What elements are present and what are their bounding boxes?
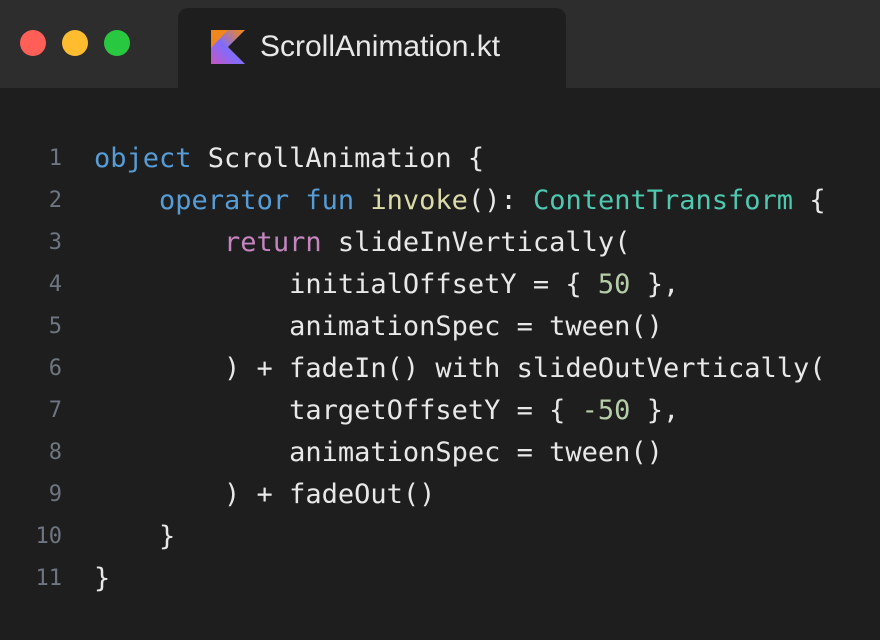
code-token: slideInVertically( <box>321 227 631 258</box>
line-number: 8 <box>48 440 62 465</box>
kotlin-icon <box>211 30 245 64</box>
line-number: 9 <box>48 482 62 507</box>
code-token: initialOffsetY = { <box>94 269 598 300</box>
line-number: 10 <box>35 524 63 549</box>
code-token: }, <box>630 395 680 426</box>
line-source: animationSpec = tween() <box>94 432 663 474</box>
line-number: 7 <box>48 398 62 423</box>
line-source: initialOffsetY = { 50 }, <box>94 264 679 306</box>
code-token: -50 <box>581 395 631 426</box>
line-number: 11 <box>35 566 63 591</box>
line-number: 1 <box>48 146 62 171</box>
code-token: 50 <box>597 269 631 300</box>
code-line[interactable]: 2 operator fun invoke(): ContentTransfor… <box>0 180 880 222</box>
code-line[interactable]: 5 animationSpec = tween() <box>0 306 880 348</box>
code-token: fun <box>305 185 355 216</box>
code-line[interactable]: 3 return slideInVertically( <box>0 222 880 264</box>
code-token: ScrollAnimation { <box>191 143 485 174</box>
code-line[interactable]: 11} <box>0 558 880 600</box>
code-line[interactable]: 10 } <box>0 516 880 558</box>
editor-window: ScrollAnimation.kt 1 object ScrollAnimati… <box>0 0 880 640</box>
line-source: ) + fadeOut() <box>94 474 435 516</box>
code-line[interactable]: 7 targetOffsetY = { -50 }, <box>0 390 880 432</box>
code-token: } <box>94 563 111 594</box>
file-tab-label: ScrollAnimation.kt <box>260 30 501 63</box>
code-token: { <box>793 185 826 216</box>
line-number: 4 <box>48 272 62 297</box>
code-token: animationSpec = tween() <box>94 311 663 342</box>
code-token: }, <box>630 269 680 300</box>
code-token: targetOffsetY = { <box>94 395 582 426</box>
code-token: return <box>224 227 322 258</box>
line-source: operator fun invoke(): ContentTransform … <box>94 180 826 222</box>
code-token: ) + fadeIn() with slideOutVertically( <box>94 353 826 384</box>
title-bar: ScrollAnimation.kt <box>0 0 880 88</box>
line-source: } <box>94 516 175 558</box>
line-number: 5 <box>48 314 62 339</box>
code-token: animationSpec = tween() <box>94 437 663 468</box>
line-source: animationSpec = tween() <box>94 306 663 348</box>
line-number: 2 <box>48 188 62 213</box>
code-token: } <box>94 521 176 552</box>
code-token: ) + fadeOut() <box>94 479 436 510</box>
code-token: ContentTransform <box>532 185 794 216</box>
line-source: targetOffsetY = { -50 }, <box>94 390 679 432</box>
line-source: } <box>94 558 110 600</box>
line-source: ) + fadeIn() with slideOutVertically( <box>94 348 826 390</box>
line-number: 6 <box>48 356 62 381</box>
code-line[interactable]: 9 ) + fadeOut() <box>0 474 880 516</box>
file-tab[interactable]: ScrollAnimation.kt <box>178 8 566 88</box>
code-line[interactable]: 4 initialOffsetY = { 50 }, <box>0 264 880 306</box>
code-line[interactable]: 6 ) + fadeIn() with slideOutVertically( <box>0 348 880 390</box>
code-line[interactable]: 8 animationSpec = tween() <box>0 432 880 474</box>
code-token: invoke <box>370 185 468 216</box>
code-editor[interactable]: 1 object ScrollAnimation {2 operator fun … <box>0 138 880 600</box>
line-number: 3 <box>48 230 62 255</box>
code-token: operator <box>159 185 290 216</box>
code-token: object <box>94 143 192 174</box>
line-source: object ScrollAnimation { <box>94 138 484 180</box>
line-source: return slideInVertically( <box>94 222 630 264</box>
code-token: (): <box>467 185 533 216</box>
close-window-button[interactable] <box>20 30 46 56</box>
code-line[interactable]: 1 object ScrollAnimation { <box>0 138 880 180</box>
zoom-window-button[interactable] <box>104 30 130 56</box>
minimize-window-button[interactable] <box>62 30 88 56</box>
